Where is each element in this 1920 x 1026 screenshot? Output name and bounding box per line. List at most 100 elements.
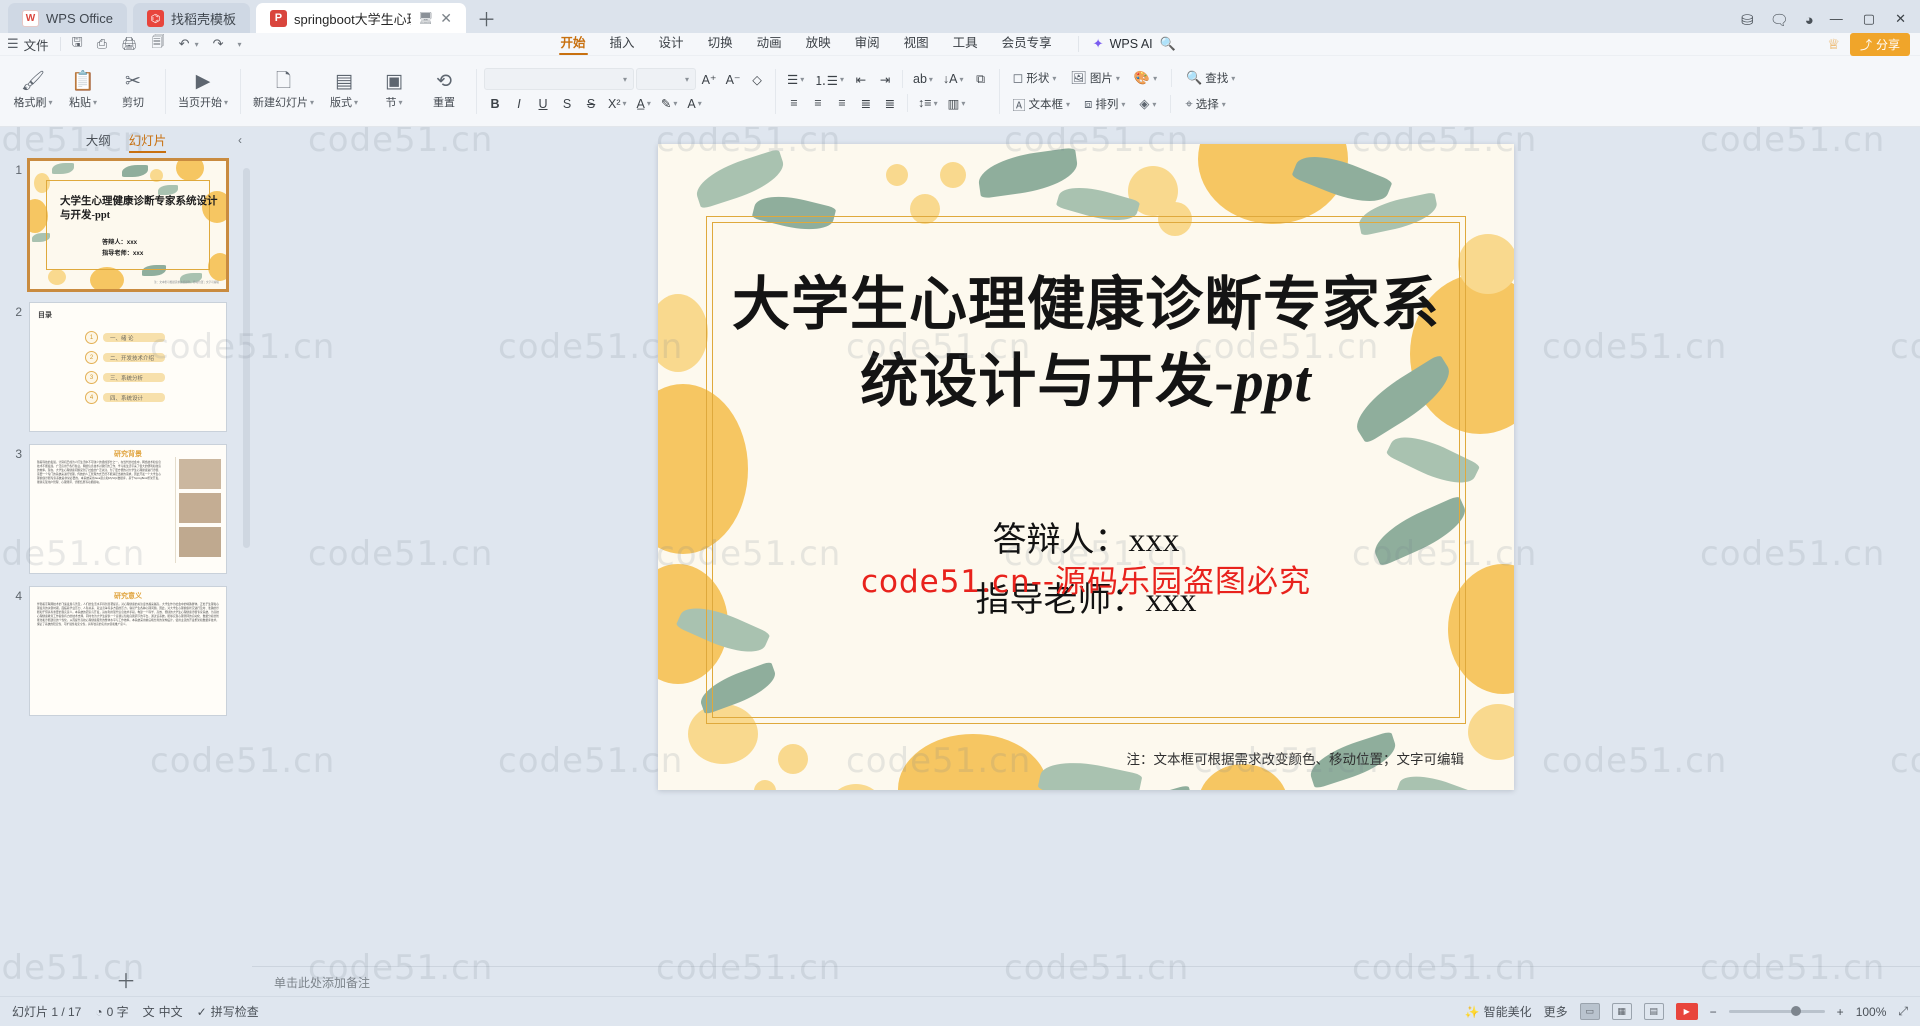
tab-tools[interactable]: 工具 — [941, 32, 990, 55]
strikethrough-button[interactable]: S — [580, 93, 602, 114]
tab-wps-office[interactable]: W WPS Office — [8, 3, 127, 33]
close-icon[interactable]: ✕ — [440, 10, 452, 27]
crown-icon[interactable]: ♕ — [1827, 36, 1840, 53]
layout-button[interactable]: ▤ 版式 ▾ — [319, 69, 369, 113]
character-border-button[interactable]: A̲ ▾ — [633, 93, 655, 114]
format-brush-button[interactable]: 🖌 格式刷 ▾ — [8, 69, 58, 113]
print-preview-button[interactable]: 🗐 — [145, 33, 172, 55]
columns-button[interactable]: ▥ ▾ — [944, 93, 970, 114]
list-item[interactable]: 1 大学生心理健康诊断专家系统设计与开发-ppt 答辩人：xxx 指导老师：xx… — [0, 161, 252, 289]
tab-transitions[interactable]: 切换 — [696, 32, 745, 55]
text-direction-button[interactable]: ab ▾ — [909, 69, 937, 90]
underline-button[interactable]: U — [532, 93, 554, 114]
tab-slides[interactable]: 幻灯片 — [128, 130, 166, 153]
tab-review[interactable]: 审阅 — [843, 32, 892, 55]
undo-button[interactable]: ↶ ▾ — [172, 33, 206, 55]
more-quick-tools-button[interactable]: ▾ — [231, 33, 249, 55]
bold-button[interactable]: B — [484, 93, 506, 114]
start-from-current-button[interactable]: ▶ 当页开始 ▾ — [173, 69, 233, 113]
bullet-list-button[interactable]: ☰ ▾ — [783, 69, 808, 90]
font-size-select[interactable]: ▾ — [636, 68, 697, 90]
font-color-button[interactable]: A ▾ — [683, 93, 705, 114]
section-button[interactable]: ▣ 节 ▾ — [369, 69, 419, 113]
tab-view[interactable]: 视图 — [892, 32, 941, 55]
tab-member-exclusive[interactable]: 会员专享 — [990, 32, 1064, 55]
search-button[interactable]: 🔍 — [1153, 33, 1183, 55]
text-highlight-button[interactable]: ✎ ▾ — [657, 93, 682, 114]
tab-insert[interactable]: 插入 — [598, 32, 647, 55]
zoom-slider-handle[interactable] — [1790, 1006, 1801, 1016]
align-center-button[interactable]: ≡ — [807, 93, 829, 114]
smartart-button[interactable]: ⧉ — [970, 69, 992, 90]
language-indicator[interactable]: 文 中文 — [143, 1003, 183, 1020]
fill-color-button[interactable]: 🎨 ▾ — [1128, 67, 1163, 89]
picture-button[interactable]: 🖼 图片 ▾ — [1064, 67, 1126, 89]
align-right-button[interactable]: ≡ — [831, 93, 853, 114]
close-icon[interactable]: ✕ — [1895, 11, 1906, 27]
slide-thumbnail-1[interactable]: 大学生心理健康诊断专家系统设计与开发-ppt 答辩人：xxx 指导老师：xxx … — [30, 161, 226, 289]
slide-title[interactable]: 大学生心理健康诊断专家系 统设计与开发-ppt — [658, 266, 1514, 420]
reading-view-button[interactable]: ▤ — [1643, 1003, 1664, 1020]
notes-pane[interactable]: 单击此处添加备注 — [252, 966, 1920, 996]
zoom-level-label[interactable]: 100% — [1856, 1005, 1887, 1019]
arrange-button[interactable]: ⧈ 排列 ▾ — [1078, 93, 1131, 115]
tab-design[interactable]: 设计 — [647, 32, 696, 55]
add-slide-button[interactable]: ＋ — [0, 962, 252, 996]
tab-presentation[interactable]: P springboot大学生心理健康 🖥 ✕ — [255, 3, 466, 33]
avatar-icon[interactable]: ◕ — [1805, 12, 1814, 29]
select-button[interactable]: ⌖ 选择 ▾ — [1179, 93, 1231, 115]
align-left-button[interactable]: ≡ — [783, 93, 805, 114]
redo-button[interactable]: ↷ — [206, 33, 231, 55]
italic-button[interactable]: I — [508, 93, 530, 114]
slide-thumbnail-3[interactable]: 研究背景 随着科技的发展，计算机已成为人们生活中不可缺少的组成部分之一。在当代的… — [30, 445, 226, 573]
list-item[interactable]: 4 研究意义 伴随着互联网技术的飞速发展与普及，人们的生活水平得到显著提高，对心… — [0, 587, 252, 715]
distribute-button[interactable]: ≣ — [879, 93, 901, 114]
text-shadow-button[interactable]: S — [556, 93, 578, 114]
superscript-button[interactable]: X² ▾ — [604, 93, 631, 114]
smart-beauty-button[interactable]: ✨ 智能美化 — [1465, 1003, 1532, 1020]
save-button[interactable]: 🖫 — [65, 33, 90, 55]
share-button[interactable]: ⤴ 分享 — [1849, 32, 1910, 56]
maximize-icon[interactable]: ▢ — [1863, 11, 1875, 27]
tab-slideshow[interactable]: 放映 — [794, 32, 843, 55]
tab-docer-template[interactable]: ⌬ 找稻壳模板 — [132, 3, 250, 33]
presenter-line[interactable]: 答辩人：xxx — [658, 512, 1514, 561]
find-button[interactable]: 🔍 查找 ▾ — [1180, 67, 1241, 89]
zoom-out-button[interactable]: − — [1710, 1005, 1717, 1019]
thumbnail-scrollbar[interactable] — [243, 168, 250, 548]
increase-indent-button[interactable]: ⇥ — [874, 69, 896, 90]
outline-color-button[interactable]: ◈ ▾ — [1133, 93, 1162, 115]
minimize-icon[interactable]: ― — [1830, 11, 1843, 27]
justify-button[interactable]: ≣ — [855, 93, 877, 114]
list-item[interactable]: 3 研究背景 随着科技的发展，计算机已成为人们生活中不可缺少的组成部分之一。在当… — [0, 445, 252, 573]
more-button[interactable]: 更多 — [1544, 1003, 1568, 1020]
slide-canvas[interactable]: 大学生心理健康诊断专家系 统设计与开发-ppt code51.cn--源码乐园盗… — [658, 144, 1514, 790]
chevron-left-icon[interactable]: ‹ — [238, 133, 242, 147]
clear-formatting-button[interactable]: ◇ — [746, 69, 768, 90]
slide-footnote[interactable]: 注：文本框可根据需求改变颜色、移动位置；文字可编辑 — [1127, 748, 1465, 768]
zoom-in-button[interactable]: + — [1837, 1005, 1844, 1019]
decrease-indent-button[interactable]: ⇤ — [850, 69, 872, 90]
paste-button[interactable]: 📋 粘贴 ▾ — [58, 69, 108, 113]
tab-home[interactable]: 开始 — [549, 32, 598, 55]
new-tab-button[interactable]: ＋ — [466, 3, 507, 33]
numbered-list-button[interactable]: ⒈☰ ▾ — [810, 69, 848, 90]
tab-monitor-icon[interactable]: 🖥 — [418, 11, 433, 25]
align-text-button[interactable]: ↓A ▾ — [939, 69, 968, 90]
comment-icon[interactable]: 🗨 — [1770, 11, 1789, 29]
shapes-button[interactable]: ◻ 形状 ▾ — [1007, 67, 1063, 89]
tab-animations[interactable]: 动画 — [745, 32, 794, 55]
reset-button[interactable]: ⟲ 重置 — [419, 69, 469, 113]
increase-font-size-button[interactable]: A⁺ — [698, 69, 720, 90]
slide-sorter-button[interactable]: ▦ — [1611, 1003, 1632, 1020]
zoom-slider[interactable] — [1728, 1006, 1825, 1016]
play-slideshow-button[interactable]: ▶ — [1675, 1003, 1698, 1020]
fit-to-window-button[interactable]: ⤢ — [1898, 1004, 1908, 1019]
new-slide-button[interactable]: 🗋 新建幻灯片 ▾ — [248, 69, 319, 113]
save-to-cloud-button[interactable]: ⎙ — [90, 33, 114, 55]
hamburger-menu-button[interactable]: ☰ 文件 — [0, 33, 56, 55]
line-spacing-button[interactable]: ↕≡ ▾ — [914, 93, 942, 114]
cloud-sync-icon[interactable]: ⛁ — [1741, 11, 1754, 29]
decrease-font-size-button[interactable]: A⁻ — [722, 69, 744, 90]
cut-button[interactable]: ✂ 剪切 — [108, 69, 158, 113]
